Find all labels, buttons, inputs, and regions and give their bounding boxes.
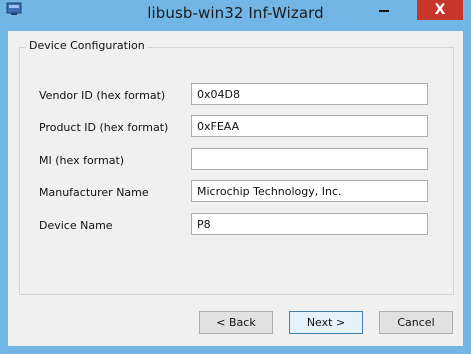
- window-title: libusb-win32 Inf-Wizard: [147, 4, 324, 22]
- manufacturer-name-field[interactable]: [191, 180, 428, 202]
- title-bar[interactable]: libusb-win32 Inf-Wizard X: [0, 0, 471, 31]
- vendor-id-field[interactable]: [191, 83, 428, 105]
- product-id-label: Product ID (hex format): [39, 121, 169, 134]
- product-id-field[interactable]: [191, 115, 428, 137]
- group-title: Device Configuration: [26, 39, 148, 52]
- device-name-field[interactable]: [191, 213, 428, 235]
- dialog-client-area: Device Configuration Vendor ID (hex form…: [8, 31, 463, 346]
- minimize-icon[interactable]: [375, 4, 395, 18]
- vendor-id-label: Vendor ID (hex format): [39, 89, 166, 102]
- manufacturer-name-label: Manufacturer Name: [39, 186, 149, 199]
- cancel-button[interactable]: Cancel: [379, 311, 453, 334]
- back-button[interactable]: < Back: [199, 311, 273, 334]
- device-name-label: Device Name: [39, 219, 113, 232]
- mi-label: MI (hex format): [39, 154, 125, 167]
- mi-field[interactable]: [191, 148, 428, 170]
- next-button[interactable]: Next >: [289, 311, 363, 334]
- close-icon[interactable]: X: [417, 0, 463, 20]
